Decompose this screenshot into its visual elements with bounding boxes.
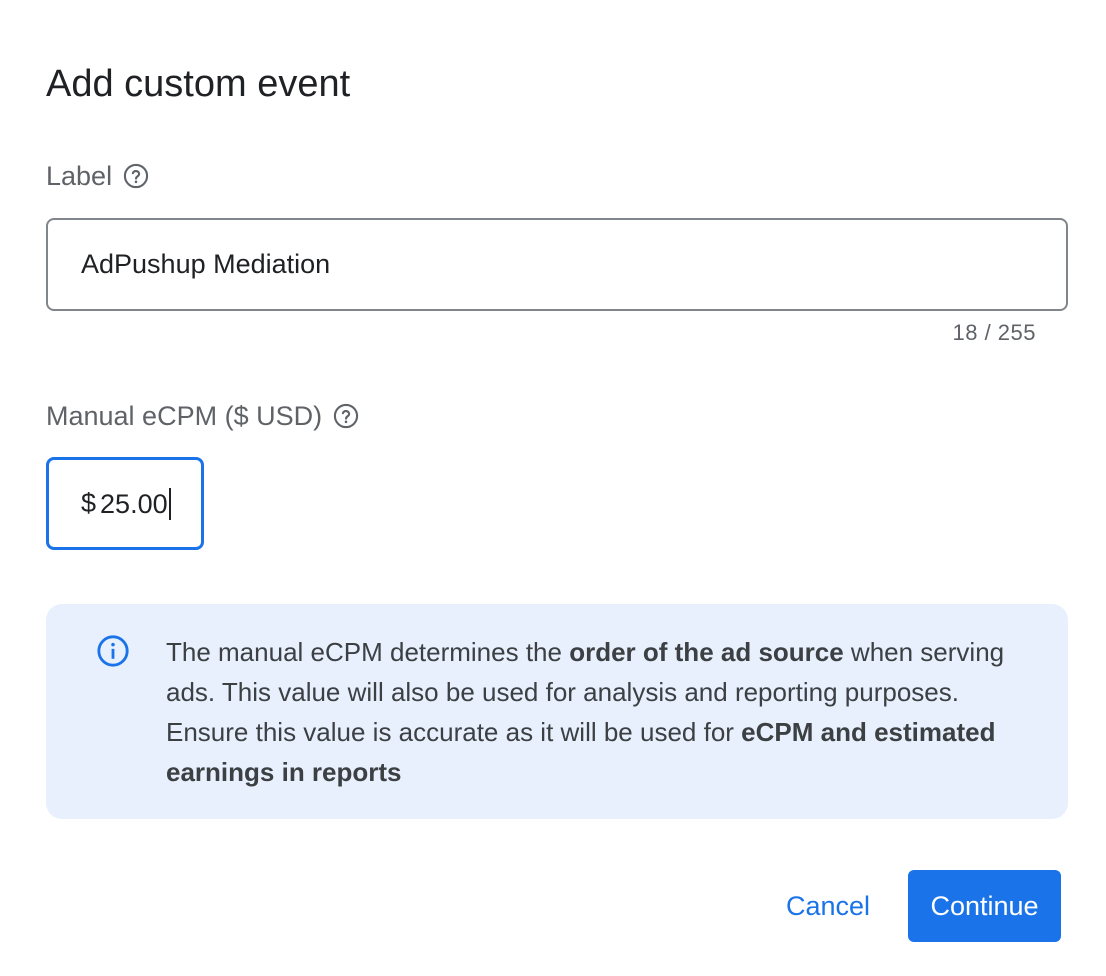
label-field-label: Label: [46, 161, 113, 191]
cancel-button[interactable]: Cancel: [768, 870, 888, 942]
help-circle-icon[interactable]: [332, 402, 360, 430]
add-custom-event-dialog: Add custom event Label 18 / 255 Manual e…: [0, 0, 1106, 976]
continue-button[interactable]: Continue: [908, 870, 1061, 942]
ecpm-input[interactable]: $ 25.00: [46, 457, 204, 550]
label-input-container: [46, 218, 1068, 311]
ecpm-value[interactable]: 25.00: [100, 487, 171, 520]
info-text-bold1: order of the ad source: [569, 637, 844, 667]
currency-symbol: $: [81, 488, 97, 518]
label-field-header: Label: [46, 160, 150, 192]
character-counter: 18 / 255: [952, 320, 1036, 345]
info-text-part1: The manual eCPM determines the: [166, 637, 570, 667]
label-input[interactable]: [81, 249, 1066, 280]
help-circle-icon[interactable]: [122, 162, 150, 190]
dialog-title: Add custom event: [46, 63, 351, 105]
info-icon: [97, 635, 129, 667]
info-callout: The manual eCPM determines the order of …: [46, 604, 1068, 819]
ecpm-field-header: Manual eCPM ($ USD): [46, 400, 360, 432]
ecpm-field-label: Manual eCPM ($ USD): [46, 401, 323, 431]
info-text: The manual eCPM determines the order of …: [166, 632, 1036, 792]
